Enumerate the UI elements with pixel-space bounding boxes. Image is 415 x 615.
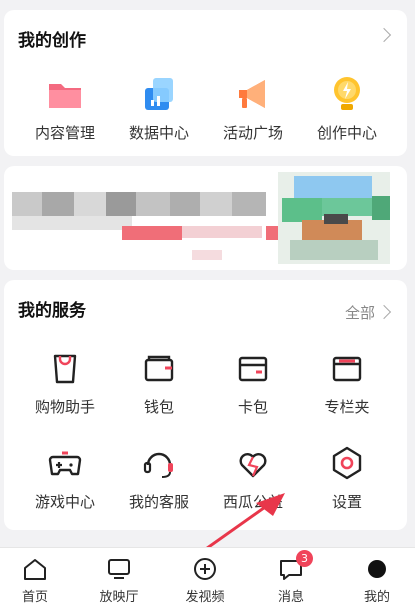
service-item-label: 专栏夹 (324, 398, 370, 416)
service-item-label: 我的客服 (128, 493, 189, 511)
shopping-bag-icon (53, 354, 77, 384)
nav-label: 首页 (21, 590, 48, 605)
message-badge: 3 (296, 550, 313, 567)
service-item-label: 西瓜公益 (222, 493, 283, 511)
service-item-label: 游戏中心 (34, 493, 95, 511)
profile-icon (368, 560, 386, 578)
service-item-settings[interactable]: 设置 (302, 443, 392, 512)
blurred-banner[interactable] (4, 166, 407, 270)
creation-item-data-center[interactable]: 数据中心 (114, 74, 204, 143)
creation-item-label: 数据中心 (128, 124, 189, 142)
services-all-link[interactable]: 全部 (345, 302, 375, 323)
data-center-icon (145, 78, 173, 110)
heart-icon (239, 453, 267, 478)
service-item-wallet[interactable]: 钱包 (114, 348, 204, 417)
megaphone-icon (239, 80, 265, 108)
tv-icon (108, 559, 130, 579)
nav-profile[interactable]: 我的 (342, 556, 412, 605)
services-chevron-right-icon[interactable] (376, 304, 392, 320)
service-item-label: 设置 (331, 493, 362, 511)
nav-label: 消息 (277, 590, 304, 605)
nav-theater[interactable]: 放映厅 (84, 556, 154, 605)
headset-icon (143, 452, 173, 478)
services-title: 我的服务 (18, 301, 86, 321)
card-holder-icon (238, 356, 268, 382)
service-item-xigua-charity[interactable]: 西瓜公益 (208, 443, 298, 512)
home-icon (24, 559, 46, 580)
wallet-icon (144, 355, 174, 382)
nav-post-video[interactable]: 发视频 (170, 556, 240, 605)
nav-messages[interactable]: 3 消息 (256, 550, 326, 605)
nav-home[interactable]: 首页 (0, 556, 70, 605)
service-item-shopping-assistant[interactable]: 购物助手 (20, 348, 110, 417)
settings-icon (332, 446, 362, 480)
service-item-card-holder[interactable]: 卡包 (208, 348, 298, 417)
folder-icon (49, 84, 81, 108)
service-item-label: 购物助手 (34, 398, 95, 416)
creation-item-creator-center[interactable]: 创作中心 (302, 74, 392, 143)
creation-item-label: 创作中心 (316, 124, 377, 142)
nav-label: 发视频 (185, 590, 225, 605)
service-item-column-folder[interactable]: 专栏夹 (302, 348, 392, 417)
creation-item-activity-square[interactable]: 活动广场 (208, 74, 298, 143)
lightbulb-icon (334, 77, 360, 110)
services-card: 我的服务 全部 购物助手 钱包 卡包 专栏夹 游戏中心 我的客服 西瓜公益 设置 (4, 280, 407, 530)
creation-item-content-manage[interactable]: 内容管理 (20, 74, 110, 143)
creation-card: 我的创作 内容管理 数据中心 活动广场 创作中心 (4, 10, 407, 156)
gamepad-icon (48, 451, 82, 476)
creation-title: 我的创作 (18, 31, 86, 51)
creation-chevron-right-icon[interactable] (376, 27, 392, 43)
column-folder-icon (332, 356, 362, 382)
bottom-nav: 首页 放映厅 发视频 3 消息 我的 (0, 547, 415, 615)
plus-circle-icon (194, 558, 216, 580)
nav-label: 我的 (363, 590, 390, 605)
service-item-customer-service[interactable]: 我的客服 (114, 443, 204, 512)
service-item-label: 钱包 (143, 398, 174, 416)
service-item-game-center[interactable]: 游戏中心 (20, 443, 110, 512)
service-item-label: 卡包 (237, 398, 268, 416)
creation-item-label: 活动广场 (222, 124, 283, 142)
nav-label: 放映厅 (99, 590, 139, 605)
creation-item-label: 内容管理 (34, 124, 95, 142)
